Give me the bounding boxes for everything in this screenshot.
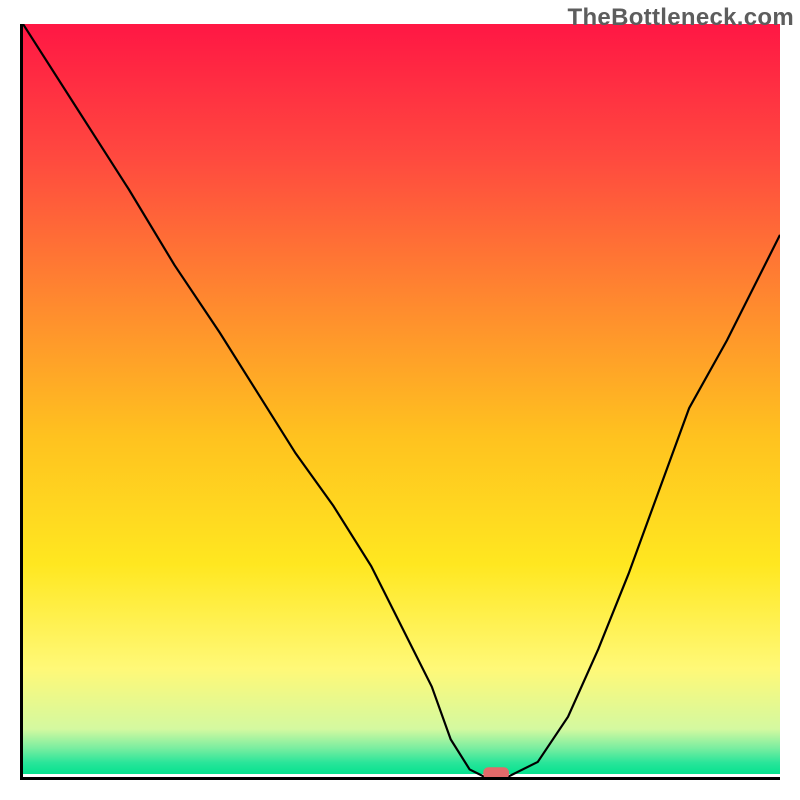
gradient-background — [23, 24, 780, 774]
chart-svg — [23, 24, 780, 777]
watermark-label: TheBottleneck.com — [568, 4, 794, 32]
minimum-marker — [483, 767, 509, 777]
chart-container: TheBottleneck.com — [0, 0, 800, 800]
plot-area — [20, 24, 780, 780]
